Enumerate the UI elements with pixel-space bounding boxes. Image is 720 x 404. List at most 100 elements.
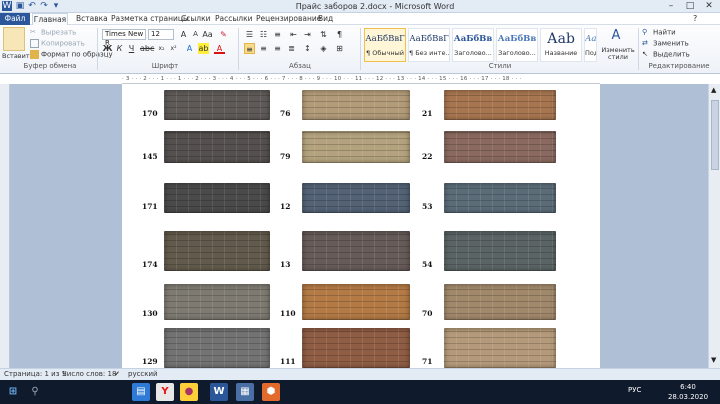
redo-icon[interactable]: ↷ xyxy=(39,1,49,11)
paragraph-group-label: Абзац xyxy=(289,62,311,70)
tab-view[interactable]: Вид xyxy=(318,13,333,25)
format-painter-button[interactable]: Формат по образцу xyxy=(30,50,113,59)
tab-references[interactable]: Ссылки xyxy=(181,13,210,25)
fence-image xyxy=(164,131,270,163)
align-right-icon[interactable]: ≡ xyxy=(272,43,283,54)
align-center-icon[interactable]: ≡ xyxy=(258,43,269,54)
input-language[interactable]: РУС xyxy=(628,386,641,394)
style-name: ¶ Без инте... xyxy=(409,49,449,57)
style-name: Заголово... xyxy=(498,49,536,57)
ribbon-tabs: Файл Главная Вставка Разметка страницы С… xyxy=(0,13,720,25)
style-subtitle[interactable]: АаБбВв Подзагол... xyxy=(584,28,597,62)
customize-toolbar-icon[interactable]: ▾ xyxy=(51,1,61,11)
numbering-icon[interactable]: ☷ xyxy=(258,29,269,40)
tab-page-layout[interactable]: Разметка страницы xyxy=(111,13,189,25)
search-icon[interactable]: ⚲ xyxy=(26,383,44,401)
find-button[interactable]: ⚲ Найти xyxy=(642,28,676,37)
tab-mailings[interactable]: Рассылки xyxy=(215,13,253,25)
clipboard-group-label: Буфер обмена xyxy=(23,62,77,70)
change-styles-button[interactable]: Изменить стили xyxy=(601,47,635,61)
vertical-ruler[interactable] xyxy=(0,84,10,368)
text-effects-icon[interactable]: A xyxy=(184,43,195,54)
strikethrough-icon[interactable]: abc xyxy=(140,43,154,54)
grow-font-icon[interactable]: A xyxy=(178,29,189,40)
app-icon[interactable]: ⬢ xyxy=(262,383,280,401)
language-indicator[interactable]: русский xyxy=(128,369,158,380)
ribbon: Вставить ✂ Вырезать Копировать Формат по … xyxy=(0,25,720,74)
sort-icon[interactable]: ⇅ xyxy=(318,29,329,40)
proofing-icon[interactable]: ✔ xyxy=(114,369,120,380)
copy-icon xyxy=(30,39,39,48)
style-no-spacing[interactable]: АаБбВвГ ¶ Без инте... xyxy=(408,28,450,62)
start-icon[interactable]: ⊞ xyxy=(4,383,22,401)
fence-number: 76 xyxy=(280,109,291,118)
shading-icon[interactable]: ◈ xyxy=(318,43,329,54)
show-marks-icon[interactable]: ¶ xyxy=(334,29,345,40)
style-name: Заголово... xyxy=(454,49,492,57)
replace-button[interactable]: ⇄ Заменить xyxy=(642,39,689,48)
fence-image xyxy=(302,183,410,213)
tab-review[interactable]: Рецензирование xyxy=(256,13,321,25)
line-spacing-icon[interactable]: ↕ xyxy=(302,43,313,54)
fence-number: 174 xyxy=(142,260,158,269)
explorer-icon[interactable]: ▤ xyxy=(132,383,150,401)
underline-button[interactable]: Ч xyxy=(126,43,137,54)
increase-indent-icon[interactable]: ⇥ xyxy=(302,29,313,40)
change-styles-icon[interactable]: A xyxy=(605,28,627,43)
font-size-select[interactable]: 12 xyxy=(148,29,174,40)
folder-icon[interactable]: ▦ xyxy=(236,383,254,401)
justify-icon[interactable]: ≣ xyxy=(286,43,297,54)
minimize-button[interactable]: – xyxy=(662,0,680,12)
tab-insert[interactable]: Вставка xyxy=(76,13,108,25)
undo-icon[interactable]: ↶ xyxy=(27,1,37,11)
page-count[interactable]: Страница: 1 из 1 xyxy=(4,369,66,380)
italic-button[interactable]: К xyxy=(114,43,125,54)
close-button[interactable]: ✕ xyxy=(700,0,718,12)
decrease-indent-icon[interactable]: ⇤ xyxy=(288,29,299,40)
save-icon[interactable]: ▣ xyxy=(15,1,25,11)
highlight-icon[interactable]: ab xyxy=(198,43,209,54)
paste-button[interactable]: Вставить xyxy=(2,52,33,60)
style-heading-1[interactable]: АаБбВв Заголово... xyxy=(452,28,494,62)
clock[interactable]: 6:40 28.03.2020 xyxy=(660,382,716,402)
font-name-select[interactable]: Times New R xyxy=(102,29,146,47)
tab-file[interactable]: Файл xyxy=(0,13,30,25)
scrollbar-thumb[interactable] xyxy=(711,100,719,170)
divider xyxy=(238,28,239,70)
multilevel-list-icon[interactable]: ≡ xyxy=(272,29,283,40)
bold-button[interactable]: Ж xyxy=(102,43,113,54)
clear-format-icon[interactable]: ✎ xyxy=(218,29,229,40)
copy-button[interactable]: Копировать xyxy=(30,39,85,48)
replace-icon: ⇄ xyxy=(642,39,648,47)
tab-home[interactable]: Главная xyxy=(32,13,68,25)
borders-icon[interactable]: ⊞ xyxy=(334,43,345,54)
select-button[interactable]: ↖ Выделить xyxy=(642,50,690,59)
superscript-icon[interactable]: x² xyxy=(168,43,179,54)
word-taskbar-icon[interactable]: W xyxy=(210,383,228,401)
style-normal[interactable]: АаБбВвГ ¶ Обычный xyxy=(364,28,406,62)
font-color-icon[interactable]: A xyxy=(214,43,225,54)
paste-icon[interactable] xyxy=(3,27,25,51)
yandex-browser-icon[interactable]: Y xyxy=(156,383,174,401)
word-icon[interactable]: W xyxy=(2,1,12,11)
scroll-up-icon[interactable]: ▲ xyxy=(711,86,716,94)
horizontal-ruler[interactable]: · 3 · · · 2 · · · 1 · · · 1 · · · 2 · · … xyxy=(122,74,600,84)
scroll-down-icon[interactable]: ▼ xyxy=(711,356,716,364)
subscript-icon[interactable]: x₂ xyxy=(156,43,167,54)
shrink-font-icon[interactable]: A xyxy=(190,29,201,40)
cut-button[interactable]: ✂ Вырезать xyxy=(30,28,76,37)
maximize-button[interactable]: □ xyxy=(681,0,699,12)
style-title[interactable]: Ааb Название xyxy=(540,28,582,62)
word-count[interactable]: Число слов: 18 xyxy=(62,369,116,380)
bullets-icon[interactable]: ☰ xyxy=(244,29,255,40)
chrome-icon[interactable]: ● xyxy=(180,383,198,401)
vertical-scrollbar[interactable]: ▲ ▼ xyxy=(708,84,720,368)
document-page[interactable]: 170 76 21 145 79 22 171 12 53 174 13 54 130 110 70 129 1… xyxy=(122,84,600,368)
help-icon[interactable]: ? xyxy=(693,13,697,25)
style-heading-2[interactable]: АаБбВв Заголово... xyxy=(496,28,538,62)
style-name: Подзагол... xyxy=(585,49,596,57)
fence-image xyxy=(164,183,270,213)
change-case-icon[interactable]: Aa xyxy=(202,29,213,40)
align-left-icon[interactable]: ≡ xyxy=(244,43,255,54)
style-name: Название xyxy=(544,49,578,57)
